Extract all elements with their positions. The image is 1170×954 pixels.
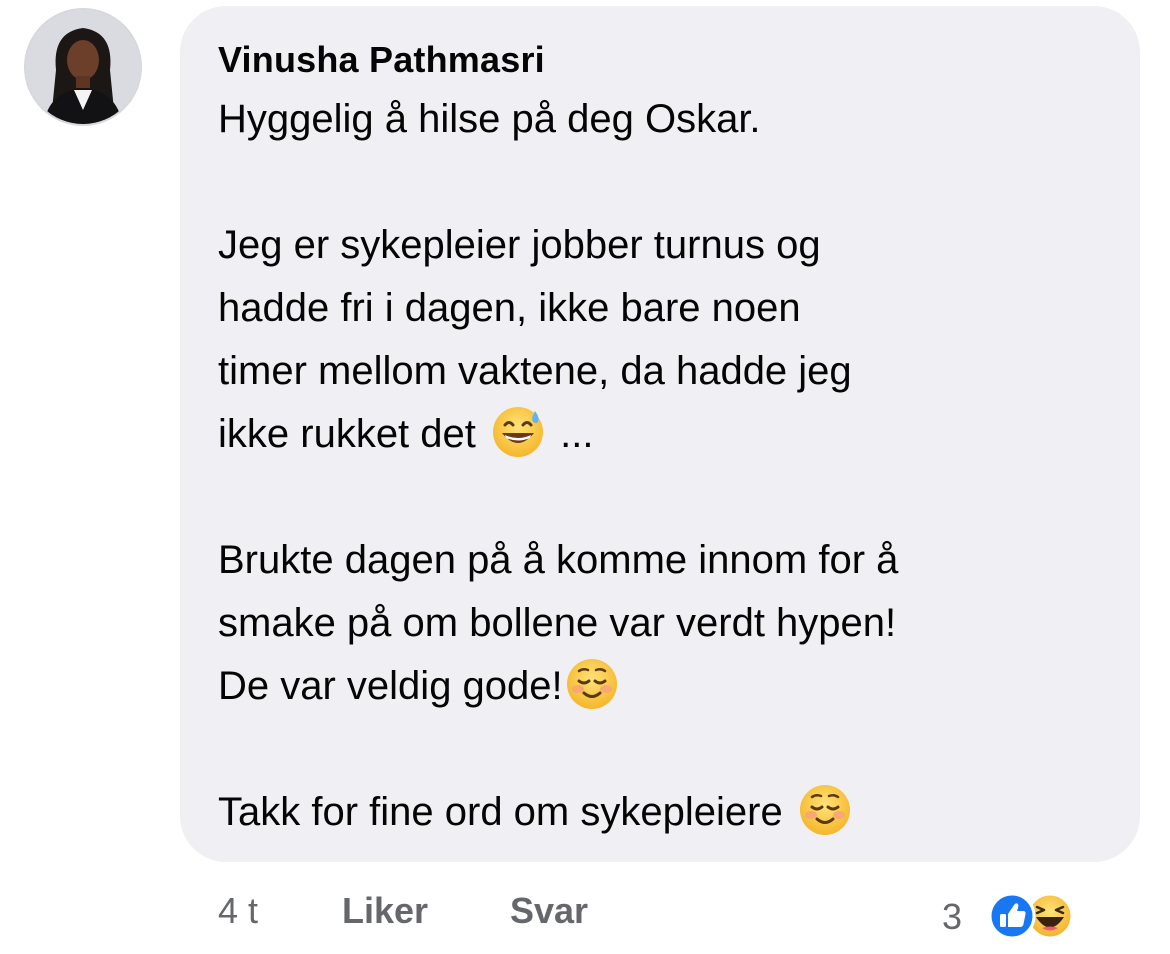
comment-text: Brukte dagen på å komme innom for å (218, 538, 899, 582)
grinning-sweat-emoji (493, 407, 544, 457)
comment-author[interactable]: Vinusha Pathmasri (218, 40, 1100, 80)
like-button[interactable]: Liker (342, 890, 428, 932)
comment-text: Hyggelig å hilse på deg Oskar. (218, 97, 761, 141)
comment-footer: 4 t Liker Svar 3 (0, 880, 1170, 940)
comment-text: De var veldig gode! (218, 664, 563, 708)
comment-text: timer mellom vaktene, da hadde jeg (218, 349, 852, 393)
reaction-count[interactable]: 3 (942, 896, 962, 938)
reaction-summary[interactable] (988, 890, 1088, 942)
comment-paragraph-1: Hyggelig å hilse på deg Oskar. (218, 88, 1100, 151)
comment-text: hadde fri i dagen, ikke bare noen (218, 286, 801, 330)
comment-bubble: Vinusha Pathmasri Hyggelig å hilse på de… (180, 6, 1140, 862)
smiling-blush-emoji (799, 785, 850, 835)
comment-timestamp[interactable]: 4 t (218, 890, 258, 932)
comment-text: Takk for fine ord om sykepleiere (218, 790, 783, 834)
comment-paragraph-4: Takk for fine ord om sykepleiere (218, 781, 1100, 844)
comment-ellipsis: ... (560, 412, 594, 456)
smiling-blush-emoji (566, 659, 617, 709)
avatar[interactable] (24, 8, 142, 126)
comment-paragraph-2: Jeg er sykepleier jobber turnus og hadde… (218, 214, 1100, 466)
comment-text: smake på om bollene var verdt hypen! (218, 601, 897, 645)
comment-text: Jeg er sykepleier jobber turnus og (218, 223, 821, 267)
comment-paragraph-3: Brukte dagen på å komme innom for å smak… (218, 529, 1100, 718)
reply-button[interactable]: Svar (510, 890, 588, 932)
comment-text: ikke rukket det (218, 412, 476, 456)
like-reaction-icon (988, 892, 1036, 940)
